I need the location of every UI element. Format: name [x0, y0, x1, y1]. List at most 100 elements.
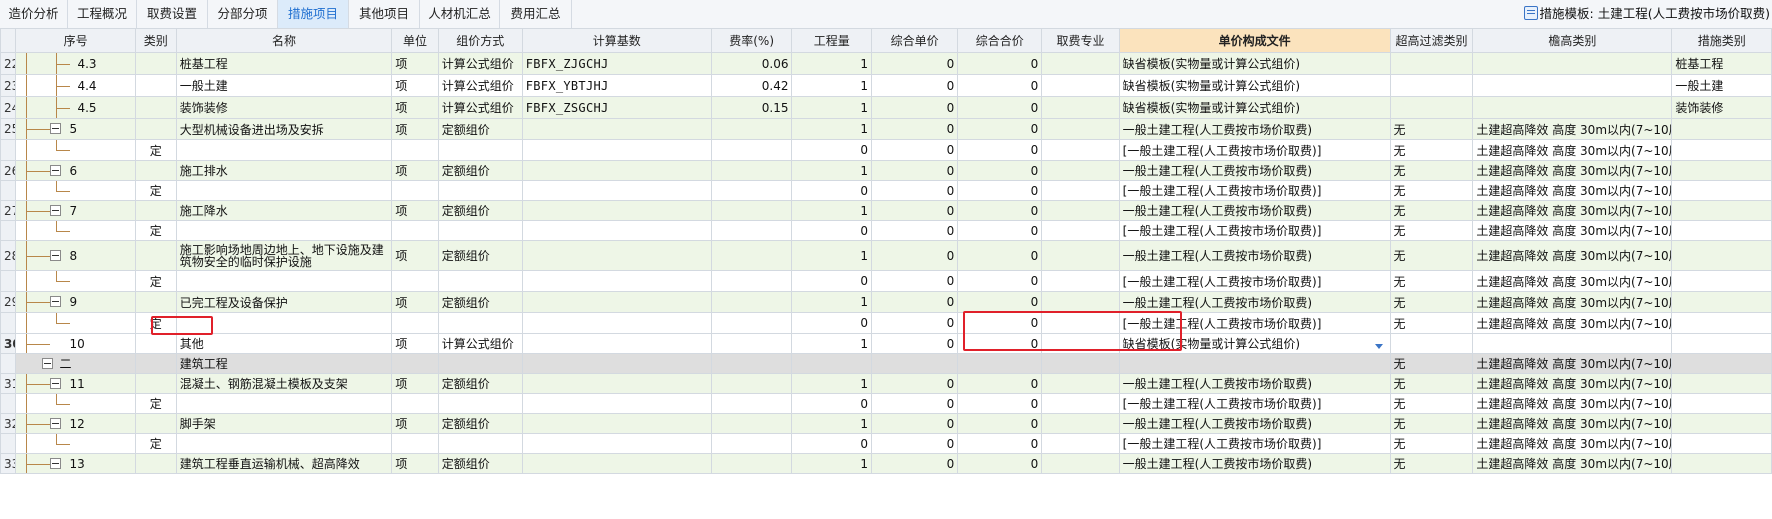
overheight-filter-cell[interactable]	[1389, 52, 1474, 75]
base-cell[interactable]	[521, 393, 712, 414]
eave-type-cell[interactable]: 土建超高降效 高度 30m以内(7~10层)	[1472, 139, 1673, 161]
rate-cell[interactable]	[710, 393, 793, 414]
total-cell[interactable]: 0	[957, 139, 1043, 161]
tab-cost-analysis[interactable]: 造价分析	[0, 0, 68, 28]
seq-cell[interactable]	[15, 180, 136, 201]
eave-type-cell[interactable]	[1472, 74, 1673, 97]
total-cell[interactable]: 0	[957, 240, 1043, 271]
fee-major-cell[interactable]	[1041, 220, 1120, 241]
unit-cell[interactable]: 项	[391, 240, 439, 271]
base-cell[interactable]	[521, 433, 712, 454]
seq-cell[interactable]	[15, 220, 136, 241]
type-cell[interactable]	[134, 240, 177, 271]
overheight-filter-cell[interactable]: 无	[1389, 312, 1474, 334]
fee-major-cell[interactable]	[1041, 312, 1120, 334]
unit-cell[interactable]: 项	[391, 160, 439, 181]
rate-cell[interactable]: 0.15	[710, 96, 793, 119]
rate-cell[interactable]	[710, 373, 793, 394]
table-row[interactable]: 定 0 0 0 [一般土建工程(人工费按市场价取费)] 无土建超高降效 高度 30m以内(…	[0, 393, 1772, 414]
overheight-filter-cell[interactable]: 无	[1389, 160, 1474, 181]
total-cell[interactable]: 0	[957, 393, 1043, 414]
tab-sub-items[interactable]: 分部分项	[208, 0, 278, 28]
name-cell[interactable]	[175, 270, 393, 292]
seq-cell[interactable]: 4.3	[15, 52, 136, 75]
table-row[interactable]: 299已完工程及设备保护项定额组价100一般土建工程(人工费按市场价取费)无土建…	[0, 291, 1772, 313]
qty-cell[interactable]: 1	[791, 118, 873, 140]
qty-cell[interactable]: 0	[791, 220, 873, 241]
method-cell[interactable]	[437, 393, 523, 414]
fee-major-cell[interactable]	[1041, 433, 1120, 454]
price-file-cell[interactable]: 一般土建工程(人工费按市场价取费)	[1118, 160, 1391, 181]
unit-price-cell[interactable]: 0	[871, 433, 959, 454]
measure-type-cell[interactable]	[1671, 353, 1772, 374]
table-row[interactable]: 3010其他项计算公式组价100缺省模板(实物量或计算公式组价)	[0, 333, 1772, 354]
overheight-filter-cell[interactable]: 无	[1389, 220, 1474, 241]
type-cell[interactable]: 定	[134, 139, 177, 161]
type-cell[interactable]: 定	[134, 220, 177, 241]
measure-template-selector[interactable]: 措施模板: 土建工程(人工费按市场价取费)	[1523, 0, 1770, 28]
method-cell[interactable]: 定额组价	[437, 413, 523, 434]
name-cell[interactable]: 一般土建	[175, 74, 393, 97]
eave-type-cell[interactable]: 土建超高降效 高度 30m以内(7~10层)	[1472, 353, 1673, 374]
base-cell[interactable]	[521, 291, 712, 313]
eave-type-cell[interactable]: 土建超高降效 高度 30m以内(7~10层)	[1472, 393, 1673, 414]
price-file-cell[interactable]: 缺省模板(实物量或计算公式组价)	[1118, 74, 1391, 97]
base-cell[interactable]	[521, 118, 712, 140]
name-cell[interactable]: 混凝土、钢筋混凝土模板及支架	[175, 373, 393, 394]
type-cell[interactable]	[134, 74, 177, 97]
col-header-overheight-filter[interactable]: 超高过滤类别	[1389, 28, 1474, 53]
measure-type-cell[interactable]	[1671, 333, 1772, 354]
unit-price-cell[interactable]: 0	[871, 52, 959, 75]
unit-price-cell[interactable]: 0	[871, 413, 959, 434]
overheight-filter-cell[interactable]: 无	[1389, 291, 1474, 313]
qty-cell[interactable]: 0	[791, 312, 873, 334]
eave-type-cell[interactable]: 土建超高降效 高度 30m以内(7~10层)	[1472, 200, 1673, 221]
name-cell[interactable]: 装饰装修	[175, 96, 393, 119]
base-cell[interactable]	[521, 312, 712, 334]
unit-price-cell[interactable]: 0	[871, 453, 959, 474]
measure-type-cell[interactable]	[1671, 393, 1772, 414]
measure-type-cell[interactable]	[1671, 220, 1772, 241]
method-cell[interactable]	[437, 139, 523, 161]
measure-type-cell[interactable]: 装饰装修	[1671, 96, 1772, 119]
table-row[interactable]: 定 0 0 0 [一般土建工程(人工费按市场价取费)] 无土建超高降效 高度 30m以内(…	[0, 180, 1772, 201]
qty-cell[interactable]: 0	[791, 139, 873, 161]
total-cell[interactable]: 0	[957, 200, 1043, 221]
price-file-cell[interactable]: 一般土建工程(人工费按市场价取费)	[1118, 118, 1391, 140]
table-row[interactable]: 277施工降水项定额组价100一般土建工程(人工费按市场价取费)无土建超高降效 …	[0, 200, 1772, 221]
unit-price-cell[interactable]: 0	[871, 333, 959, 354]
fee-major-cell[interactable]	[1041, 52, 1120, 75]
name-cell[interactable]	[175, 393, 393, 414]
unit-price-cell[interactable]: 0	[871, 373, 959, 394]
table-row[interactable]: 288施工影响场地周边地上、地下设施及建筑物安全的临时保护设施项定额组价100一…	[0, 240, 1772, 271]
unit-cell[interactable]	[391, 312, 439, 334]
fee-major-cell[interactable]	[1041, 74, 1120, 97]
base-cell[interactable]	[521, 160, 712, 181]
rate-cell[interactable]	[710, 200, 793, 221]
rate-cell[interactable]	[710, 353, 793, 374]
method-cell[interactable]	[437, 433, 523, 454]
fee-major-cell[interactable]	[1041, 200, 1120, 221]
rate-cell[interactable]	[710, 220, 793, 241]
price-file-cell[interactable]: 一般土建工程(人工费按市场价取费)	[1118, 373, 1391, 394]
measure-type-cell[interactable]	[1671, 200, 1772, 221]
dropdown-arrow-icon[interactable]	[1374, 344, 1383, 349]
eave-type-cell[interactable]: 土建超高降效 高度 30m以内(7~10层)	[1472, 413, 1673, 434]
total-cell[interactable]: 0	[957, 52, 1043, 75]
base-cell[interactable]	[521, 220, 712, 241]
fee-major-cell[interactable]	[1041, 393, 1120, 414]
method-cell[interactable]: 定额组价	[437, 240, 523, 271]
name-cell[interactable]: 施工排水	[175, 160, 393, 181]
qty-cell[interactable]: 1	[791, 74, 873, 97]
method-cell[interactable]: 定额组价	[437, 200, 523, 221]
total-cell[interactable]: 0	[957, 433, 1043, 454]
rate-cell[interactable]	[710, 139, 793, 161]
total-cell[interactable]: 0	[957, 180, 1043, 201]
seq-cell[interactable]	[15, 433, 136, 454]
fee-major-cell[interactable]	[1041, 160, 1120, 181]
unit-price-cell[interactable]: 0	[871, 312, 959, 334]
col-header-fee-major[interactable]: 取费专业	[1041, 28, 1120, 53]
seq-cell[interactable]	[15, 393, 136, 414]
tab-cost-summary[interactable]: 费用汇总	[500, 0, 572, 28]
base-cell[interactable]	[521, 240, 712, 271]
